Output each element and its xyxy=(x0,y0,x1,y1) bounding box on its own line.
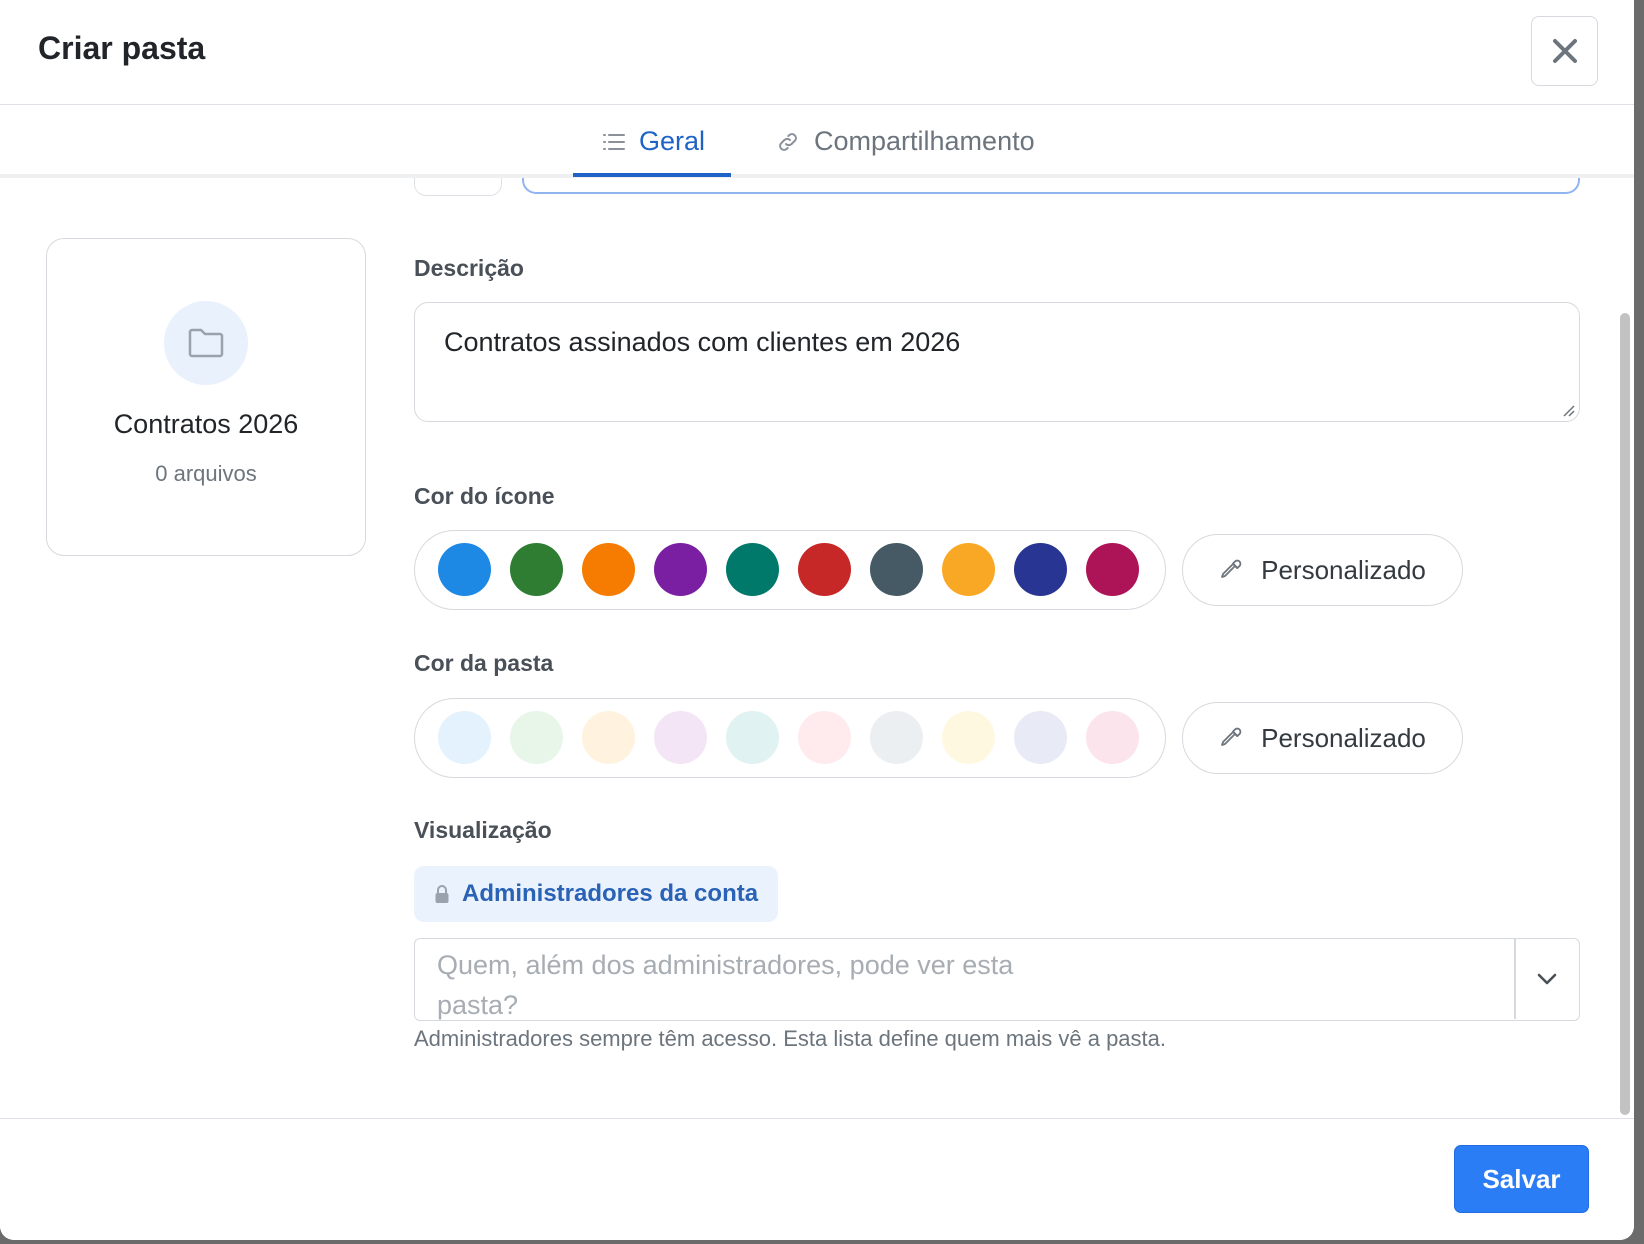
admins-badge: Administradores da conta xyxy=(414,866,779,922)
folder-color-label: Cor da pasta xyxy=(414,650,554,676)
visibility-help-text: Administradores sempre têm acesso. Esta … xyxy=(414,1026,1167,1051)
visibility-select-placeholder: Quem, além dos administradores, pode ver… xyxy=(437,950,1014,1020)
create-folder-modal: Criar pasta Geral Compartilhamento Contr… xyxy=(0,0,1634,1240)
folder-color-swatch[interactable] xyxy=(870,711,923,764)
tab-compartilhamento-label: Compartilhamento xyxy=(814,126,1035,156)
folder-color-swatch[interactable] xyxy=(1014,711,1067,764)
folder-color-swatch[interactable] xyxy=(438,711,491,764)
folder-color-swatches xyxy=(414,698,1166,778)
folder-color-swatch[interactable] xyxy=(798,711,851,764)
close-button[interactable] xyxy=(1531,16,1598,86)
lock-icon xyxy=(435,885,449,903)
icon-color-swatch[interactable] xyxy=(510,543,563,596)
modal-footer: Salvar xyxy=(0,1118,1634,1240)
description-value: Contratos assinados com clientes em 2026 xyxy=(444,327,961,357)
folder-color-swatch[interactable] xyxy=(942,711,995,764)
close-icon xyxy=(1552,39,1577,63)
icon-color-label: Cor do ícone xyxy=(414,483,555,509)
folder-color-custom-button[interactable]: Personalizado xyxy=(1182,702,1463,774)
chevron-down-icon xyxy=(1537,973,1557,985)
tab-geral-label: Geral xyxy=(639,126,706,156)
save-button[interactable]: Salvar xyxy=(1454,1145,1589,1213)
resize-grip-icon[interactable] xyxy=(1559,401,1575,417)
folder-color-swatch[interactable] xyxy=(582,711,635,764)
active-tab-indicator xyxy=(573,173,731,177)
folder-color-custom-label: Personalizado xyxy=(1261,722,1426,753)
icon-color-swatch[interactable] xyxy=(1086,543,1139,596)
icon-color-swatch[interactable] xyxy=(654,543,707,596)
modal-header: Criar pasta xyxy=(0,0,1634,105)
icon-color-swatch[interactable] xyxy=(438,543,491,596)
folder-icon xyxy=(188,328,224,358)
tab-compartilhamento[interactable]: Compartilhamento xyxy=(776,105,1035,178)
visibility-select[interactable]: Quem, além dos administradores, pode ver… xyxy=(414,938,1580,1021)
preview-folder-name: Contratos 2026 xyxy=(113,409,299,439)
icon-color-swatch[interactable] xyxy=(870,543,923,596)
preview-file-count: 0 arquivos xyxy=(155,461,257,486)
folder-preview-card: Contratos 2026 0 arquivos xyxy=(46,238,366,556)
icon-color-swatches xyxy=(414,530,1166,610)
modal-body[interactable]: Contratos 2026 0 arquivos Descrição Cont… xyxy=(0,178,1634,1118)
icon-color-swatch[interactable] xyxy=(1014,543,1067,596)
icon-color-swatch[interactable] xyxy=(942,543,995,596)
select-dropdown-toggle[interactable] xyxy=(1515,939,1579,1019)
link-icon xyxy=(779,132,797,151)
tab-geral[interactable]: Geral xyxy=(603,105,705,178)
icon-color-swatch[interactable] xyxy=(726,543,779,596)
preview-icon-circle xyxy=(164,301,248,385)
folder-color-swatch[interactable] xyxy=(726,711,779,764)
modal-title: Criar pasta xyxy=(38,30,206,66)
list-icon xyxy=(603,133,625,150)
folder-color-swatch[interactable] xyxy=(654,711,707,764)
scrolled-icon-picker-button[interactable] xyxy=(414,178,502,196)
eyedropper-icon xyxy=(1221,559,1242,578)
visibility-label: Visualização xyxy=(414,817,552,843)
eyedropper-icon xyxy=(1221,727,1242,746)
icon-color-custom-button[interactable]: Personalizado xyxy=(1182,534,1463,606)
admins-badge-label: Administradores da conta xyxy=(462,880,759,907)
icon-color-swatch[interactable] xyxy=(582,543,635,596)
folder-color-swatch[interactable] xyxy=(1086,711,1139,764)
scrollbar-thumb[interactable] xyxy=(1620,313,1630,1115)
icon-color-custom-label: Personalizado xyxy=(1261,554,1426,585)
description-textarea[interactable]: Contratos assinados com clientes em 2026 xyxy=(414,302,1580,422)
tab-bar: Geral Compartilhamento xyxy=(0,105,1634,178)
description-label: Descrição xyxy=(414,255,524,281)
scrolled-name-input[interactable] xyxy=(522,178,1580,194)
folder-color-swatch[interactable] xyxy=(510,711,563,764)
icon-color-swatch[interactable] xyxy=(798,543,851,596)
